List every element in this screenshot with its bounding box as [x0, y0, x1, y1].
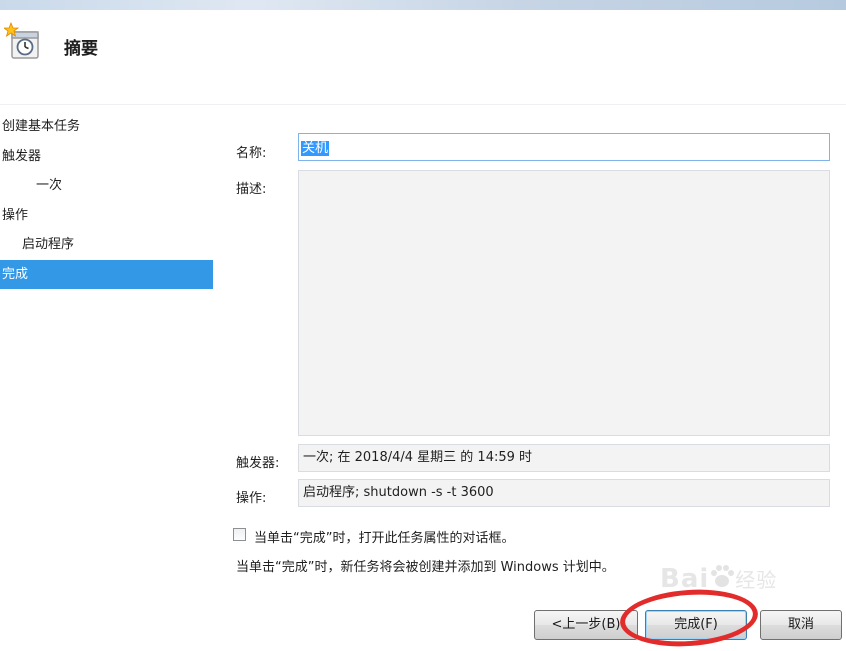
trigger-label: 触发器: [236, 456, 280, 471]
watermark-brand: Bai [660, 564, 710, 594]
wizard-header: 摘要 [0, 10, 846, 90]
back-button[interactable]: <上一步(B) [534, 610, 638, 640]
baidu-paw-icon [711, 565, 735, 587]
window-top-strip [0, 0, 846, 10]
cancel-button[interactable]: 取消 [760, 610, 842, 640]
step-create-basic-task[interactable]: 创建基本任务 [0, 112, 213, 142]
description-field[interactable] [298, 170, 830, 436]
step-start-program[interactable]: 启动程序 [0, 230, 213, 260]
finish-info-text: 当单击“完成”时，新任务将会被创建并添加到 Windows 计划中。 [236, 560, 615, 575]
action-summary-field: 启动程序; shutdown -s -t 3600 [298, 479, 830, 507]
header-divider [0, 104, 846, 105]
open-properties-checkbox[interactable] [233, 528, 246, 541]
open-properties-label[interactable]: 当单击“完成”时，打开此任务属性的对话框。 [254, 527, 514, 546]
description-label: 描述: [236, 182, 267, 197]
action-label: 操作: [236, 491, 267, 506]
step-action[interactable]: 操作 [0, 201, 213, 231]
name-label: 名称: [236, 146, 267, 161]
baidu-watermark: Bai 经验 [660, 564, 777, 594]
trigger-summary-field: 一次; 在 2018/4/4 星期三 的 14:59 时 [298, 444, 830, 472]
finish-button[interactable]: 完成(F) [645, 610, 747, 640]
watermark-suffix: 经验 [735, 568, 778, 592]
page-title: 摘要 [64, 39, 98, 59]
scheduled-task-clock-icon [4, 22, 39, 59]
wizard-steps-nav: 创建基本任务 触发器 一次 操作 启动程序 完成 [0, 112, 213, 289]
name-input[interactable]: 关机 [298, 133, 830, 161]
name-value: 关机 [301, 141, 330, 156]
step-finish[interactable]: 完成 [0, 259, 213, 289]
step-trigger-once[interactable]: 一次 [0, 171, 213, 201]
step-trigger[interactable]: 触发器 [0, 142, 213, 172]
